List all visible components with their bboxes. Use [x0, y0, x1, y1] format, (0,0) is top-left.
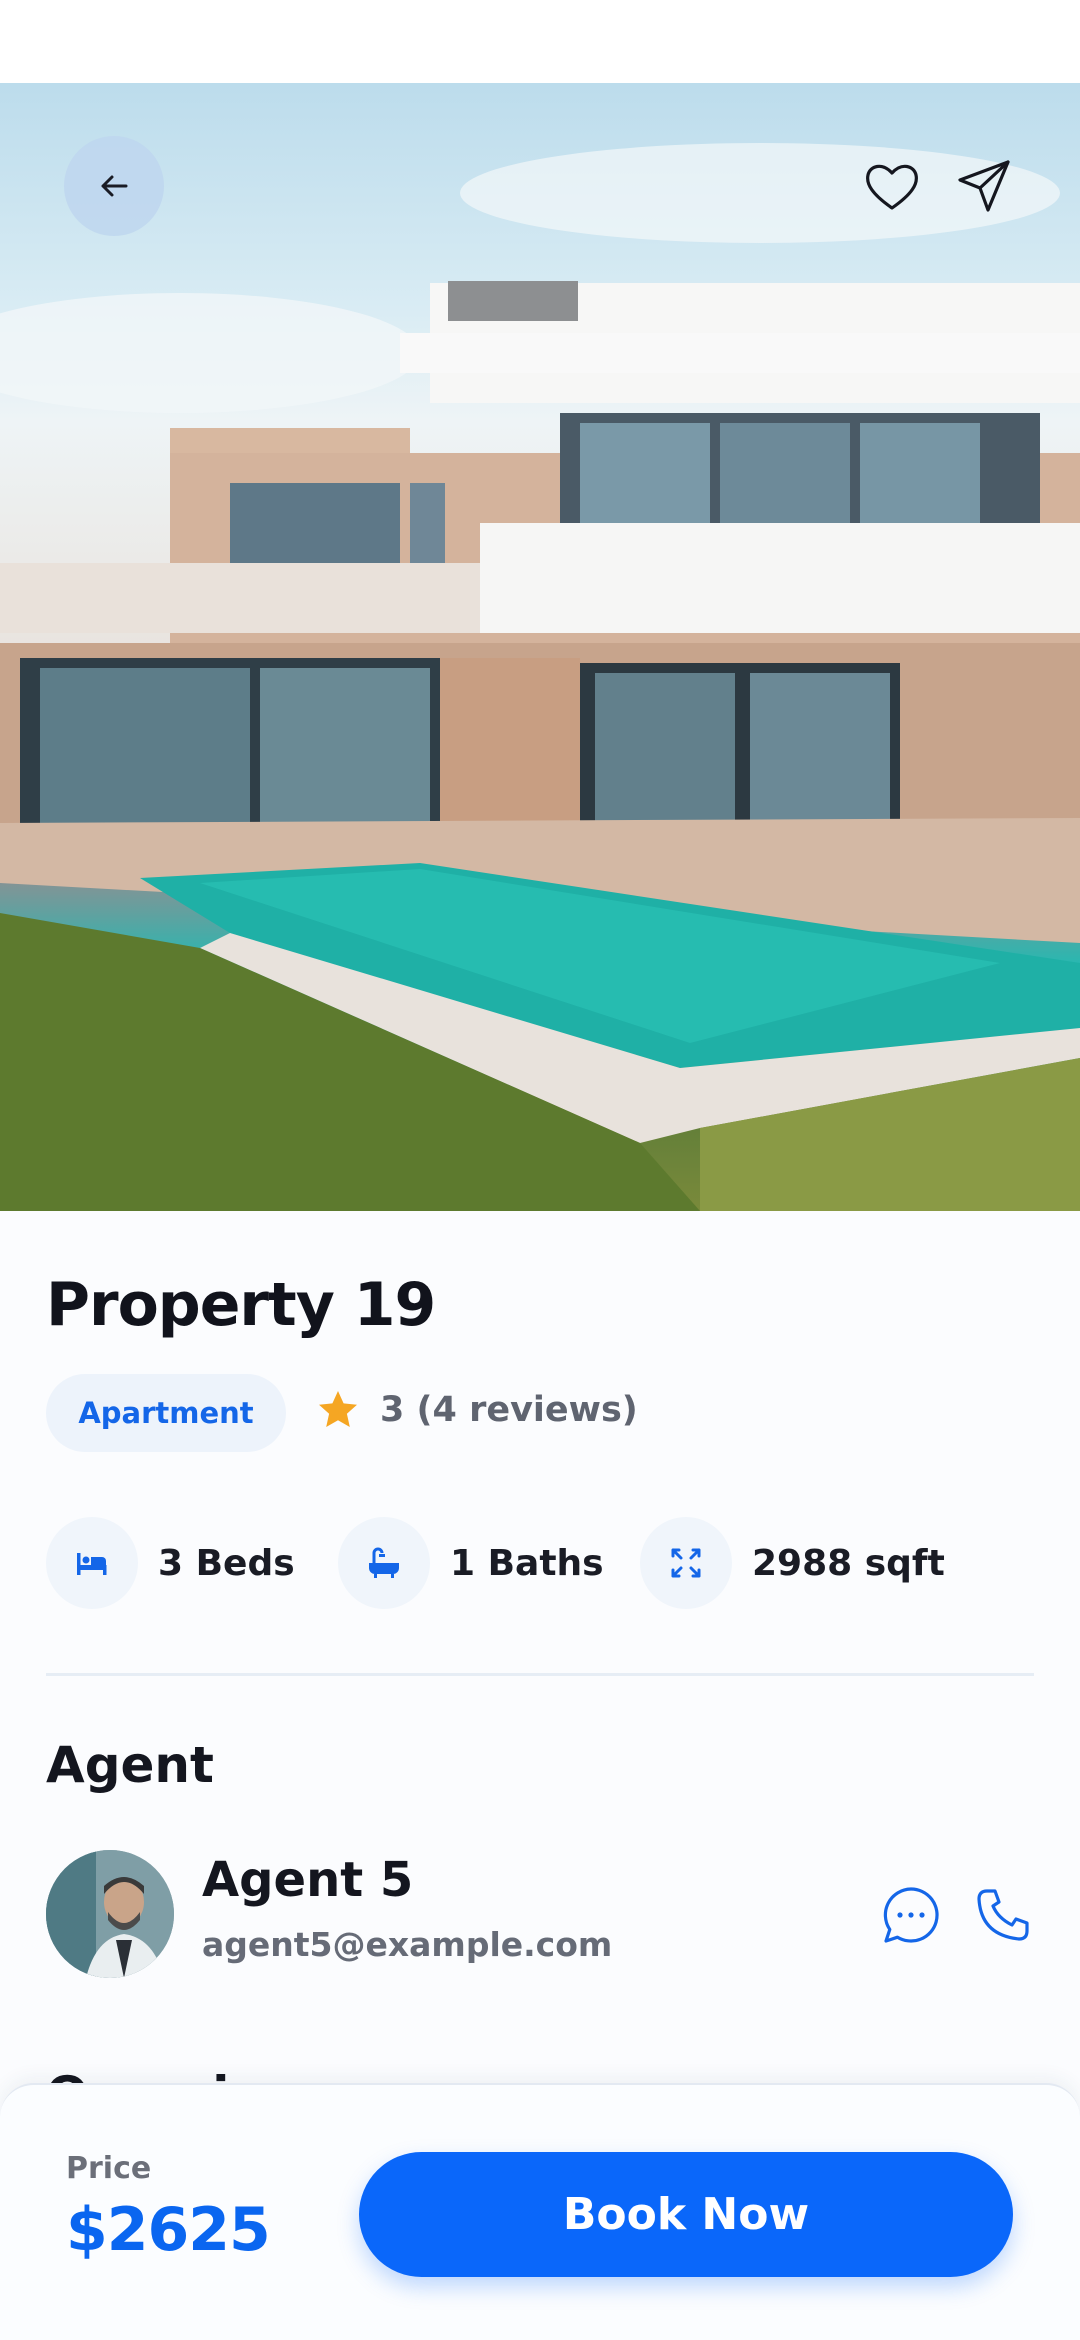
favorite-button[interactable] — [842, 136, 942, 236]
feature-area: 2988 sqft — [640, 1517, 945, 1609]
book-now-button[interactable]: Book Now — [359, 2152, 1013, 2277]
agent-avatar[interactable] — [46, 1850, 174, 1978]
bed-icon-circle — [46, 1517, 138, 1609]
bed-icon — [77, 1553, 107, 1575]
heart-outline-icon — [866, 164, 918, 210]
back-button[interactable] — [64, 136, 164, 236]
arrow-left-icon — [101, 175, 128, 197]
feature-beds: 3 Beds — [46, 1517, 295, 1609]
property-title: Property 19 — [46, 1270, 436, 1340]
overview-section-title: Overview — [46, 2055, 310, 2085]
call-agent-button[interactable] — [968, 1880, 1038, 1950]
property-rating: 3 (4 reviews) — [316, 1388, 638, 1432]
bathtub-icon — [369, 1547, 399, 1578]
rating-text: 3 (4 reviews) — [380, 1390, 638, 1430]
send-icon — [958, 160, 1010, 212]
share-button[interactable] — [934, 136, 1034, 236]
phone-icon — [977, 1889, 1029, 1941]
status-bar — [0, 0, 1080, 83]
chat-bubble-icon — [883, 1887, 939, 1943]
baths-label: 1 Baths — [450, 1542, 604, 1584]
bath-icon-circle — [338, 1517, 430, 1609]
star-icon — [319, 1391, 357, 1427]
price-value: $2625 — [66, 2195, 271, 2265]
area-icon-circle — [640, 1517, 732, 1609]
agent-photo — [46, 1850, 174, 1978]
feature-baths: 1 Baths — [338, 1517, 604, 1609]
section-divider — [46, 1673, 1034, 1676]
message-agent-button[interactable] — [876, 1880, 946, 1950]
area-label: 2988 sqft — [752, 1542, 945, 1584]
booking-bar: Price $2625 Book Now — [0, 2083, 1080, 2340]
agent-section-title: Agent — [46, 1736, 214, 1794]
agent-email: agent5@example.com — [202, 1925, 613, 1964]
expand-icon — [671, 1548, 701, 1578]
villa-photo — [0, 143, 1080, 1211]
property-type-chip: Apartment — [46, 1374, 286, 1452]
property-hero-image — [0, 83, 1080, 1211]
price-label: Price — [66, 2151, 152, 2186]
beds-label: 3 Beds — [158, 1542, 295, 1584]
agent-name: Agent 5 — [202, 1852, 414, 1908]
